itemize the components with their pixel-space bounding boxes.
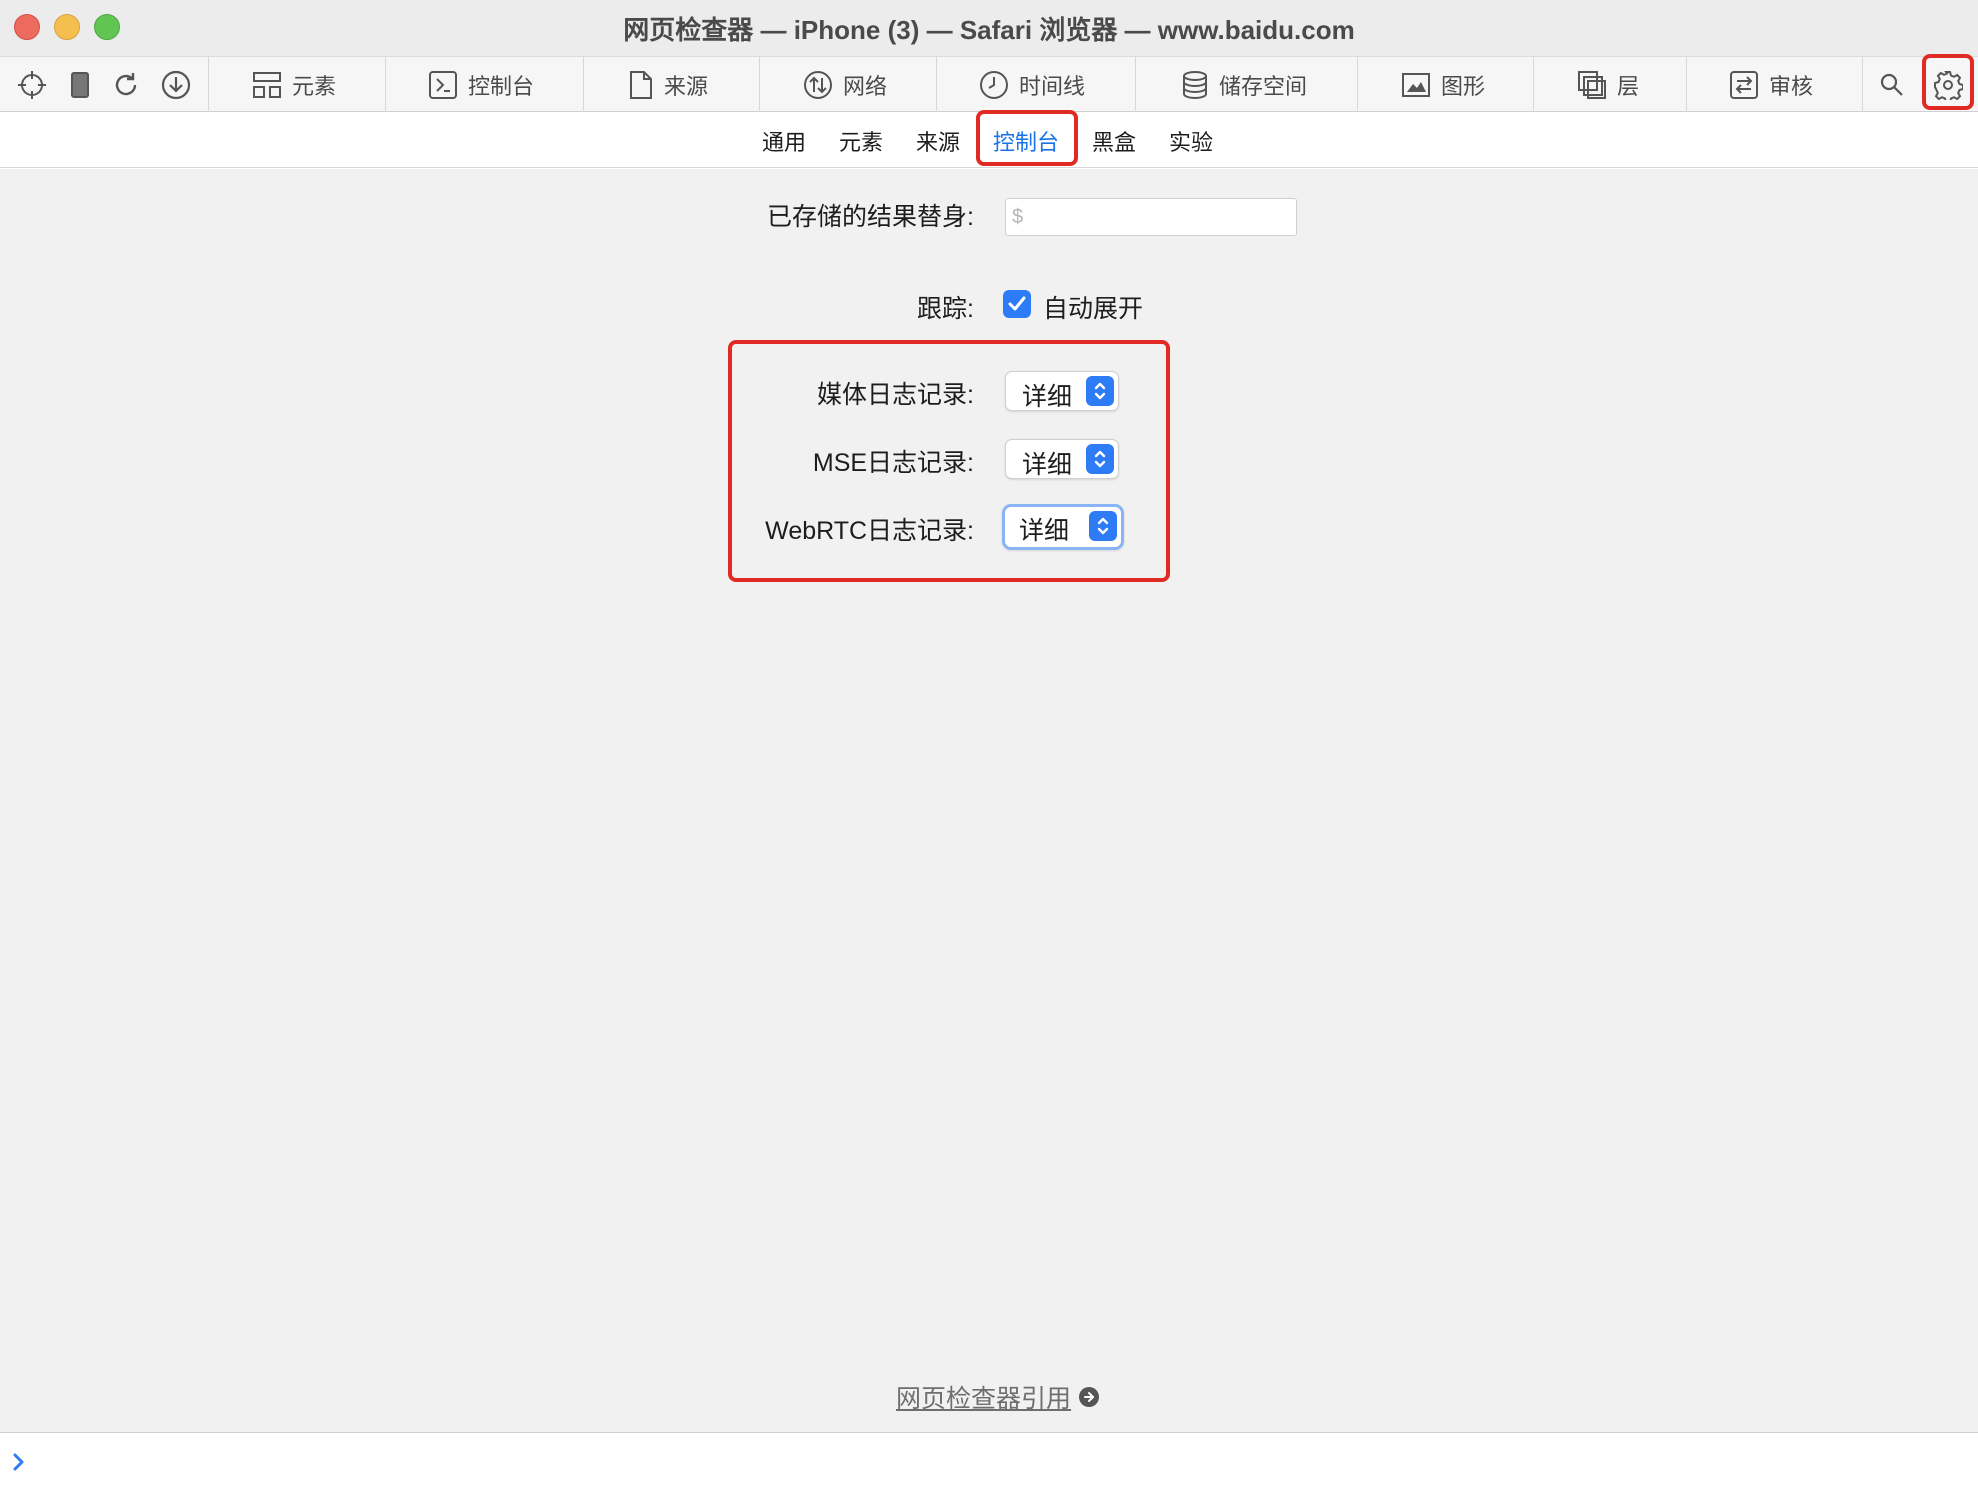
- window-controls: [14, 14, 120, 40]
- reload-icon[interactable]: [106, 65, 146, 105]
- close-button[interactable]: [14, 14, 40, 40]
- subtab-general[interactable]: 通用: [762, 125, 806, 157]
- network-icon: [804, 70, 832, 99]
- graphics-icon: [1402, 72, 1430, 97]
- timeline-icon: [980, 70, 1008, 99]
- tab-timeline-label: 时间线: [1019, 73, 1086, 99]
- audit-icon: [1730, 70, 1758, 99]
- download-icon[interactable]: [156, 65, 196, 105]
- tab-console[interactable]: 控制台: [428, 57, 534, 112]
- tab-timeline[interactable]: 时间线: [979, 57, 1085, 112]
- subtab-elements[interactable]: 元素: [839, 125, 883, 157]
- tab-storage[interactable]: 储存空间: [1181, 57, 1307, 112]
- inspector-reference-label: 网页检查器引用: [896, 1385, 1072, 1413]
- toolbar-separator: [385, 57, 386, 112]
- toolbar-separator: [1357, 57, 1358, 112]
- toolbar-separator: [208, 57, 209, 112]
- subtab-blackbox[interactable]: 黑盒: [1092, 125, 1136, 157]
- alias-label: 已存储的结果替身:: [767, 203, 974, 231]
- toolbar-separator: [1862, 57, 1863, 112]
- device-icon[interactable]: [60, 65, 100, 105]
- window-title: 网页检查器 — iPhone (3) — Safari 浏览器 — www.ba…: [623, 14, 1355, 45]
- mse-logging-value: 详细: [1022, 451, 1073, 479]
- zoom-button[interactable]: [94, 14, 120, 40]
- inspector-reference-link[interactable]: 网页检查器引用: [896, 1379, 1100, 1415]
- tab-sources[interactable]: 来源: [628, 57, 708, 112]
- tab-network-label: 网络: [843, 73, 888, 99]
- chevron-updown-icon: [1086, 444, 1114, 474]
- settings-subtabs: 通用 元素 来源 控制台 黑盒 实验: [0, 112, 1978, 168]
- tab-layers-label: 层: [1617, 73, 1640, 99]
- minimize-button[interactable]: [54, 14, 80, 40]
- gear-icon[interactable]: [1928, 65, 1968, 105]
- tab-console-label: 控制台: [468, 73, 535, 99]
- subtab-console[interactable]: 控制台: [993, 125, 1059, 157]
- mse-logging-select[interactable]: 详细: [1005, 439, 1119, 479]
- toolbar-separator: [759, 57, 760, 112]
- tab-graphics-label: 图形: [1441, 73, 1486, 99]
- tab-sources-label: 来源: [664, 73, 709, 99]
- toolbar-separator: [1135, 57, 1136, 112]
- auto-expand-label: 自动展开: [1043, 295, 1144, 323]
- trace-label: 跟踪:: [917, 295, 974, 323]
- elements-icon: [253, 71, 281, 98]
- inspector-toolbar: 元素 控制台 来源 网络 时间线 储存空间 图形 层 审核: [0, 56, 1978, 112]
- toolbar-separator: [1686, 57, 1687, 112]
- chevron-updown-icon: [1086, 376, 1114, 406]
- chevron-updown-icon: [1089, 511, 1117, 541]
- prompt-chevron-icon: [10, 1451, 28, 1478]
- media-logging-select[interactable]: 详细: [1005, 371, 1119, 411]
- console-prompt-bar: [0, 1432, 1978, 1492]
- tab-storage-label: 储存空间: [1219, 73, 1308, 99]
- tab-audit[interactable]: 审核: [1729, 57, 1813, 112]
- tab-layers[interactable]: 层: [1577, 57, 1639, 112]
- title-bar: 网页检查器 — iPhone (3) — Safari 浏览器 — www.ba…: [0, 0, 1978, 56]
- tab-elements[interactable]: 元素: [252, 57, 336, 112]
- crosshair-icon[interactable]: [12, 65, 52, 105]
- toolbar-separator: [936, 57, 937, 112]
- webrtc-logging-value: 详细: [1019, 517, 1070, 545]
- sources-icon: [630, 70, 652, 99]
- tab-graphics[interactable]: 图形: [1401, 57, 1485, 112]
- tab-audit-label: 审核: [1769, 73, 1814, 99]
- toolbar-separator: [583, 57, 584, 112]
- layers-icon: [1578, 70, 1606, 99]
- tab-elements-label: 元素: [292, 73, 337, 99]
- webrtc-logging-select[interactable]: 详细: [1002, 504, 1124, 550]
- auto-expand-checkbox[interactable]: [1003, 290, 1031, 318]
- toolbar-separator: [1533, 57, 1534, 112]
- arrow-right-circle-icon: [1079, 1387, 1100, 1407]
- alias-input[interactable]: [1005, 198, 1297, 236]
- media-logging-value: 详细: [1022, 383, 1073, 411]
- console-settings-panel: 已存储的结果替身: 跟踪: 自动展开 媒体日志记录: 详细 MSE日志记录: 详…: [0, 169, 1978, 1432]
- subtab-experimental[interactable]: 实验: [1169, 125, 1213, 157]
- mse-logging-label: MSE日志记录:: [812, 449, 974, 477]
- webrtc-logging-label: WebRTC日志记录:: [765, 517, 974, 545]
- checkmark-icon: [1008, 296, 1026, 311]
- console-icon: [429, 70, 457, 99]
- subtab-sources[interactable]: 来源: [916, 125, 960, 157]
- search-icon[interactable]: [1872, 65, 1912, 105]
- media-logging-label: 媒体日志记录:: [817, 381, 974, 409]
- console-input[interactable]: [40, 1445, 1940, 1481]
- tab-network[interactable]: 网络: [803, 57, 887, 112]
- storage-icon: [1183, 70, 1207, 99]
